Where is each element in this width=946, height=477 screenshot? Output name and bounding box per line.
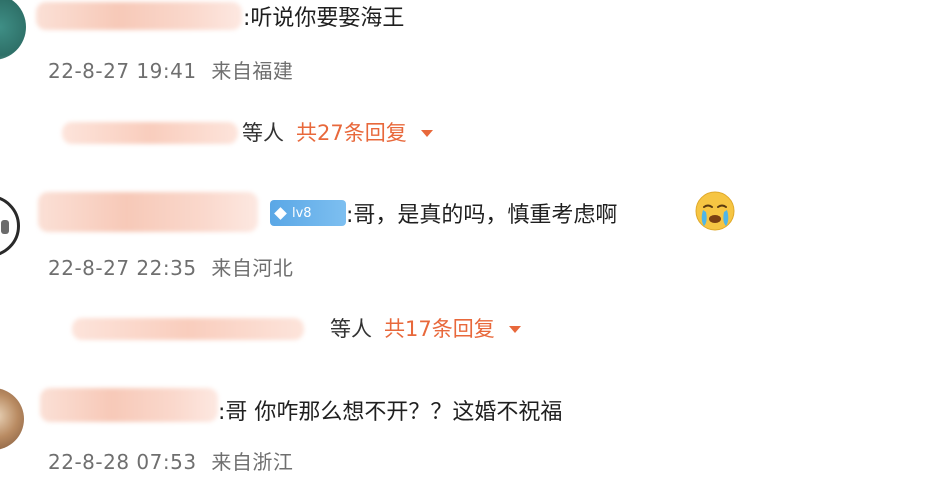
diamond-icon — [274, 206, 287, 220]
comment-text: :听说你要娶海王 — [243, 6, 405, 31]
replies-link[interactable]: 等人 共17条回复 — [330, 313, 521, 343]
user-level-badge: lv8 — [270, 200, 346, 226]
reply-users-suffix: 等人 — [330, 317, 372, 341]
comment-location: 来自浙江 — [211, 450, 294, 474]
redacted-username — [38, 192, 258, 232]
comment-location: 来自福建 — [211, 59, 294, 83]
comment-time: 22-8-28 07:53 — [48, 450, 197, 474]
comment-meta: 22-8-28 07:53 来自浙江 — [48, 446, 293, 475]
chevron-down-icon[interactable] — [508, 326, 521, 333]
redacted-username — [40, 388, 218, 422]
comment-location: 来自河北 — [211, 256, 294, 280]
reply-users-suffix: 等人 — [242, 121, 284, 145]
redacted-reply-users — [72, 318, 304, 340]
reply-count[interactable]: 共27条回复 — [296, 117, 407, 147]
comment-text: :哥，是真的吗，慎重考虑啊 — [346, 203, 618, 228]
comment-time: 22-8-27 19:41 — [48, 59, 197, 83]
badge-label: lv8 — [292, 205, 312, 221]
avatar-mark — [1, 220, 9, 234]
comment-meta: 22-8-27 19:41 来自福建 — [48, 55, 293, 84]
redacted-username — [36, 2, 242, 30]
comment-text: :哥 你咋那么想不开？？这婚不祝福 — [218, 400, 563, 425]
avatar[interactable] — [0, 388, 24, 450]
avatar[interactable] — [0, 0, 26, 60]
comment-time: 22-8-27 22:35 — [48, 256, 197, 280]
chevron-down-icon[interactable] — [420, 130, 433, 137]
replies-link[interactable]: 等人 共27条回复 — [242, 117, 433, 147]
reply-count[interactable]: 共17条回复 — [384, 313, 495, 343]
comment-meta: 22-8-27 22:35 来自河北 — [48, 252, 293, 281]
avatar[interactable] — [0, 195, 20, 257]
crying-face-icon — [695, 191, 735, 231]
redacted-reply-users — [62, 122, 238, 144]
